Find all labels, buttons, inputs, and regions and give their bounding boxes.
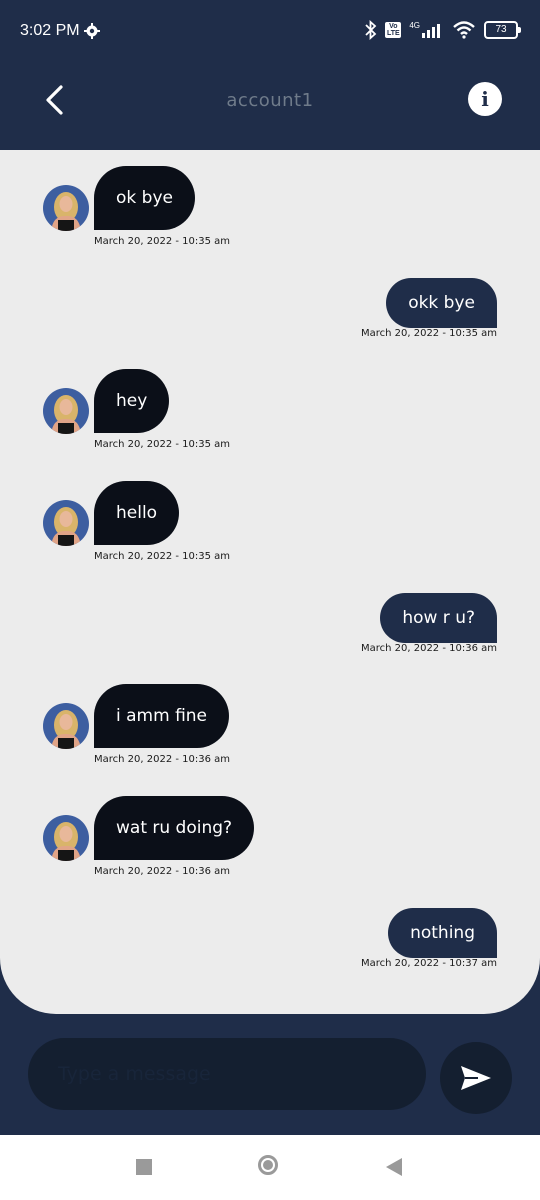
wifi-icon [453,21,475,39]
message-bubble[interactable]: nothing [388,908,497,958]
message-bubble[interactable]: i amm fine [94,684,230,748]
send-button[interactable] [440,1042,512,1114]
info-icon: i [481,87,489,111]
app-bar: account1 i [0,62,540,150]
message-bubble[interactable]: how r u? [380,593,497,643]
message-bubble[interactable]: okk bye [386,278,497,328]
info-button[interactable]: i [468,82,502,116]
message-timestamp: March 20, 2022 - 10:36 am [360,643,497,654]
message-timestamp: March 20, 2022 - 10:37 am [360,958,497,969]
avatar [43,388,89,434]
system-back-button[interactable] [386,1158,402,1176]
message-bubble[interactable]: hey [94,369,170,433]
send-icon [461,1066,491,1090]
avatar [43,815,89,861]
message-timestamp: March 20, 2022 - 10:35 am [360,328,497,339]
status-time: 3:02 PM [20,22,80,39]
status-bar: 3:02 PM Vo LTE 4G 73 [0,0,540,62]
message-bubble[interactable]: wat ru doing? [94,796,255,860]
avatar [43,703,89,749]
volte-badge: Vo LTE [385,22,402,38]
gear-icon [84,23,100,39]
message-input[interactable]: Type a message [28,1038,426,1110]
bluetooth-icon [365,20,377,40]
home-button[interactable] [258,1155,278,1175]
chat-panel: ok bye March 20, 2022 - 10:35 am okk bye… [0,150,540,1014]
chat-title: account1 [226,90,314,111]
signal-icon [422,24,440,38]
message-timestamp: March 20, 2022 - 10:36 am [94,866,231,877]
message-timestamp: March 20, 2022 - 10:35 am [94,236,231,247]
message-timestamp: March 20, 2022 - 10:36 am [94,754,231,765]
network-type: 4G [409,20,420,30]
message-timestamp: March 20, 2022 - 10:35 am [94,551,231,562]
battery-indicator: 73 [484,21,521,39]
message-timestamp: March 20, 2022 - 10:35 am [94,439,231,450]
avatar [43,185,89,231]
recent-apps-button[interactable] [136,1159,152,1175]
avatar [43,500,89,546]
message-bubble[interactable]: hello [94,481,180,545]
system-nav-bar [0,1135,540,1200]
message-bubble[interactable]: ok bye [94,166,195,230]
